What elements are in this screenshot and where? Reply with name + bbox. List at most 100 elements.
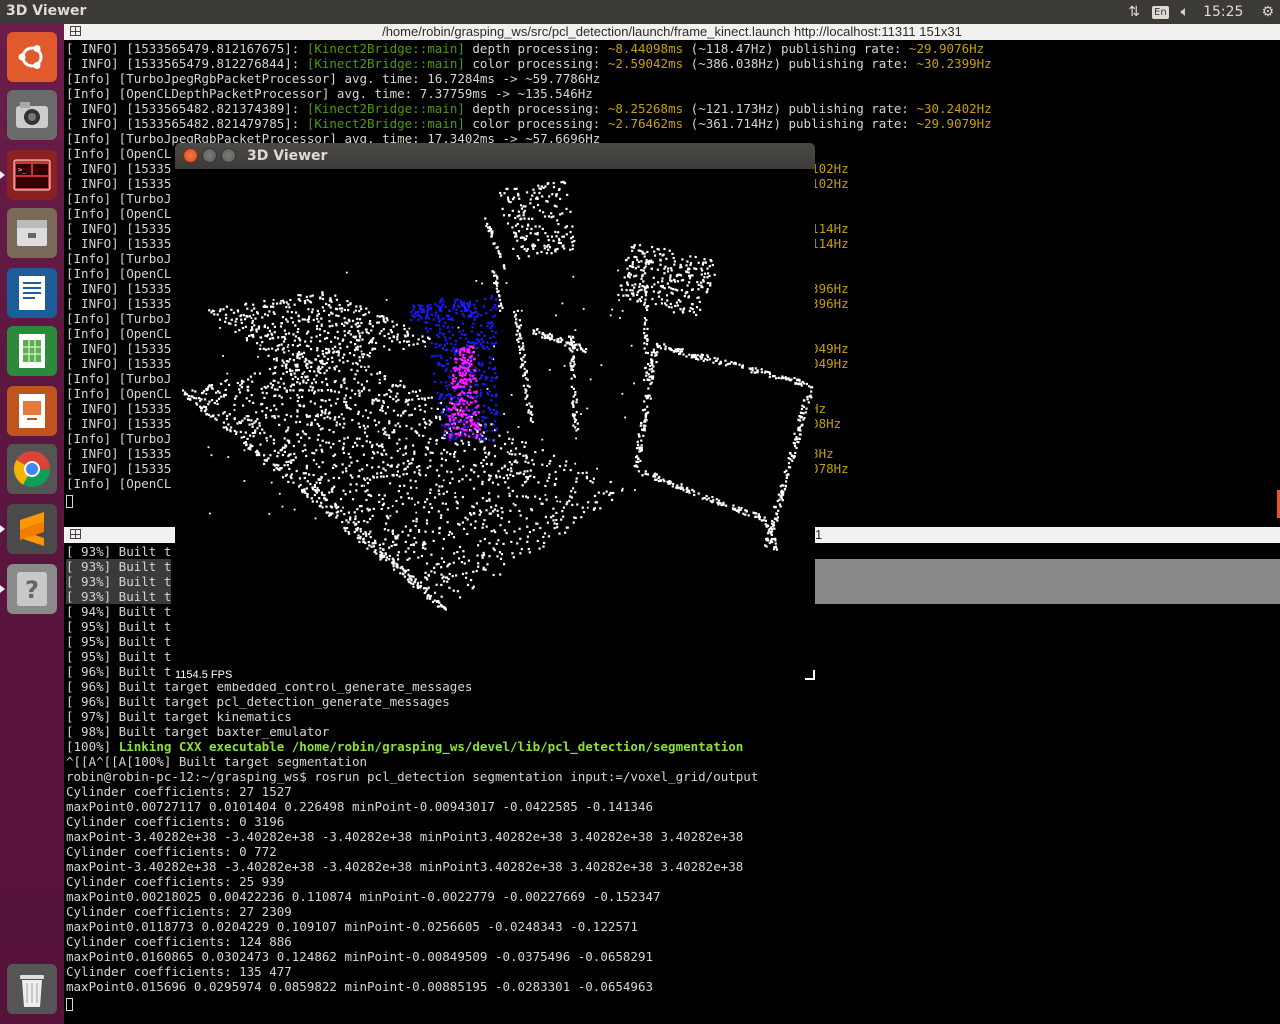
network-updown-icon[interactable]: ⇅ <box>1128 0 1140 24</box>
terminal-line-segment: [ 95%] Built t <box>66 619 172 634</box>
point-cloud-svg[interactable] <box>175 169 815 683</box>
terminal-line: Cylinder coefficients: 27 1527 <box>66 784 758 799</box>
camera-icon[interactable] <box>7 90 57 140</box>
terminal-titlebar[interactable]: /home/robin/grasping_ws/src/pcl_detectio… <box>64 24 1280 40</box>
terminal-line-segment: [100%] <box>66 739 119 754</box>
power-gear-icon[interactable]: ⚙ <box>1261 0 1274 24</box>
maximize-button[interactable] <box>221 148 236 163</box>
writer-icon[interactable] <box>7 268 57 318</box>
terminal-line-segment: [ INFO] [1533565482.821374389]: <box>66 101 307 116</box>
terminal-line-segment: Cylinder coefficients: 0 3196 <box>66 814 285 829</box>
system-tray: ⇅ En 🔈︎ 15:25 ⚙ <box>1122 0 1280 24</box>
terminal-line-segment: [ 95%] Built t <box>66 634 172 649</box>
terminal-line-segment: ~8.25268ms <box>607 101 684 116</box>
terminal-line-segment: [ 96%] Built t <box>66 664 172 679</box>
impress-icon[interactable] <box>7 386 57 436</box>
sublime-text-icon[interactable] <box>0 504 57 554</box>
viewer-titlebar[interactable]: 3D Viewer <box>175 143 815 169</box>
terminal-line: [ 97%] Built target kinematics <box>66 709 758 724</box>
terminal-icon[interactable]: >_ <box>0 150 57 200</box>
terminal-cursor <box>66 491 73 510</box>
terminal-line-segment: [Kinect2Bridge::main] <box>306 101 465 116</box>
minimize-button[interactable] <box>202 148 217 163</box>
terminal-selection-highlight <box>815 559 1280 604</box>
terminal-line: maxPoint0.015696 0.0295974 0.0859822 min… <box>66 979 758 994</box>
active-app-title: 3D Viewer <box>6 3 87 19</box>
terminal-line-segment: [Info] [OpenCL <box>66 206 172 221</box>
terminal-line-segment: ~8.44098ms <box>607 41 684 56</box>
terminal-line-segment: [Info] [OpenCL <box>66 146 172 161</box>
terminal-line-segment: [Info] [OpenCL <box>66 266 172 281</box>
terminal-line: maxPoint0.0160865 0.0302473 0.124862 min… <box>66 949 758 964</box>
viewer-window[interactable]: 3D Viewer 1154.5 FPS <box>175 143 815 683</box>
terminal-line-segment: color processing: <box>464 116 608 131</box>
terminal-line-segment: Cylinder coefficients: 27 2309 <box>66 904 292 919</box>
svg-text:?: ? <box>25 576 39 604</box>
clock[interactable]: 15:25 <box>1203 4 1243 20</box>
terminal-line: [100%] Linking CXX executable /home/robi… <box>66 739 758 754</box>
terminal-line: Cylinder coefficients: 124 886 <box>66 934 758 949</box>
fps-counter: 1154.5 FPS <box>175 669 233 681</box>
terminal-line-segment: maxPoint0.00727117 0.0101404 0.226498 mi… <box>66 799 653 814</box>
terminal-line-segment: ~2.76462ms <box>607 116 684 131</box>
terminal-line-segment: maxPoint-3.40282e+38 -3.40282e+38 -3.402… <box>66 829 744 844</box>
terminal-line: Cylinder coefficients: 0 3196 <box>66 814 758 829</box>
terminal-line: Cylinder coefficients: 135 477 <box>66 964 758 979</box>
files-icon[interactable] <box>7 208 57 258</box>
terminal-line-segment: [ 98%] Built target baxter_emulator <box>66 724 330 739</box>
chrome-icon[interactable] <box>7 444 57 494</box>
terminal-line-segment: [ 94%] Built t <box>66 604 172 619</box>
terminal-line-segment: [ 93%] Built t <box>66 559 172 574</box>
launcher: >_ ? <box>0 24 71 1024</box>
terminal-line-segment: [ 93%] Built t <box>66 574 172 589</box>
terminal-line-segment: (~361.714Hz) publishing rate: <box>683 116 917 131</box>
terminal-line: [ 98%] Built target baxter_emulator <box>66 724 758 739</box>
viewer-title: 3D Viewer <box>247 148 328 164</box>
terminal-line: [Info] [TurboJpegRgbPacketProcessor] avg… <box>66 71 992 86</box>
terminal-line-segment: [Info] [TurboJ <box>66 311 172 326</box>
terminal-line-segment: depth processing: <box>464 41 608 56</box>
terminal-line: Cylinder coefficients: 25 939 <box>66 874 758 889</box>
terminal-line: maxPoint0.00727117 0.0101404 0.226498 mi… <box>66 799 758 814</box>
calc-icon[interactable] <box>7 326 57 376</box>
point-cloud-canvas[interactable] <box>175 169 815 683</box>
terminal-line: robin@robin-pc-12:~/grasping_ws$ rosrun … <box>66 769 758 784</box>
close-button[interactable] <box>183 148 198 163</box>
terminal-line-segment: [Info] [OpenCL <box>66 476 172 491</box>
terminal-title: /home/robin/grasping_ws/src/pcl_detectio… <box>382 24 962 39</box>
terminal-line: [Info] [OpenCLDepthPacketProcessor] avg.… <box>66 86 992 101</box>
terminal-line-segment: ~30.2402Hz <box>916 101 992 116</box>
terminal-line: Cylinder coefficients: 0 772 <box>66 844 758 859</box>
terminal-line-segment: [ 97%] Built target kinematics <box>66 709 292 724</box>
terminal-line-segment: [Kinect2Bridge::main] <box>306 56 465 71</box>
terminal-line-segment: ~29.9076Hz <box>908 41 985 56</box>
terminal-line: [ INFO] [1533565482.821479785]: [Kinect2… <box>66 116 992 131</box>
terminal-line-segment: Cylinder coefficients: 0 772 <box>66 844 277 859</box>
volume-icon[interactable]: 🔈︎ <box>1181 0 1189 24</box>
terminal-title: 1 <box>815 527 823 542</box>
terminal-line-segment: ^[[A^[[A[100%] Built target segmentation <box>66 754 368 769</box>
terminal-line-segment: maxPoint0.015696 0.0295974 0.0859822 min… <box>66 979 653 994</box>
terminal-line: ^[[A^[[A[100%] Built target segmentation <box>66 754 758 769</box>
terminal-line: maxPoint0.00218025 0.00422236 0.110874 m… <box>66 889 758 904</box>
terminal-line: [ INFO] [1533565479.812276844]: [Kinect2… <box>66 56 992 71</box>
keyboard-layout-indicator[interactable]: En <box>1152 0 1169 24</box>
terminal-line-segment: [Info] [TurboJ <box>66 371 172 386</box>
terminal-line-segment: ~30.2399Hz <box>916 56 992 71</box>
terminal-line-segment: [ INFO] [1533565479.812167675]: <box>66 41 307 56</box>
terminal-line-segment: [ 93%] Built t <box>66 544 172 559</box>
terminal-menu-icon[interactable] <box>70 26 81 36</box>
terminal-menu-icon[interactable] <box>70 529 81 539</box>
terminal-line-segment: Cylinder coefficients: 25 939 <box>66 874 285 889</box>
terminal-line-segment: [Info] [TurboJpegRgbPacketProcessor] avg… <box>66 71 601 86</box>
keyboard-layout-label: En <box>1152 5 1169 19</box>
terminal-line-segment: (~118.47Hz) publishing rate: <box>683 41 909 56</box>
terminal-line-segment: Cylinder coefficients: 124 886 <box>66 934 292 949</box>
trash-icon[interactable] <box>7 964 57 1014</box>
terminal-line-segment: Linking CXX executable /home/robin/grasp… <box>118 739 744 754</box>
terminal-line-segment: [ INFO] [1533565482.821479785]: <box>66 116 307 131</box>
ubuntu-dash-icon[interactable] <box>7 32 57 82</box>
terminal-line-segment: maxPoint0.00218025 0.00422236 0.110874 m… <box>66 889 661 904</box>
terminal-line-segment: [ 95%] Built t <box>66 649 172 664</box>
help-icon[interactable]: ? <box>0 564 71 614</box>
